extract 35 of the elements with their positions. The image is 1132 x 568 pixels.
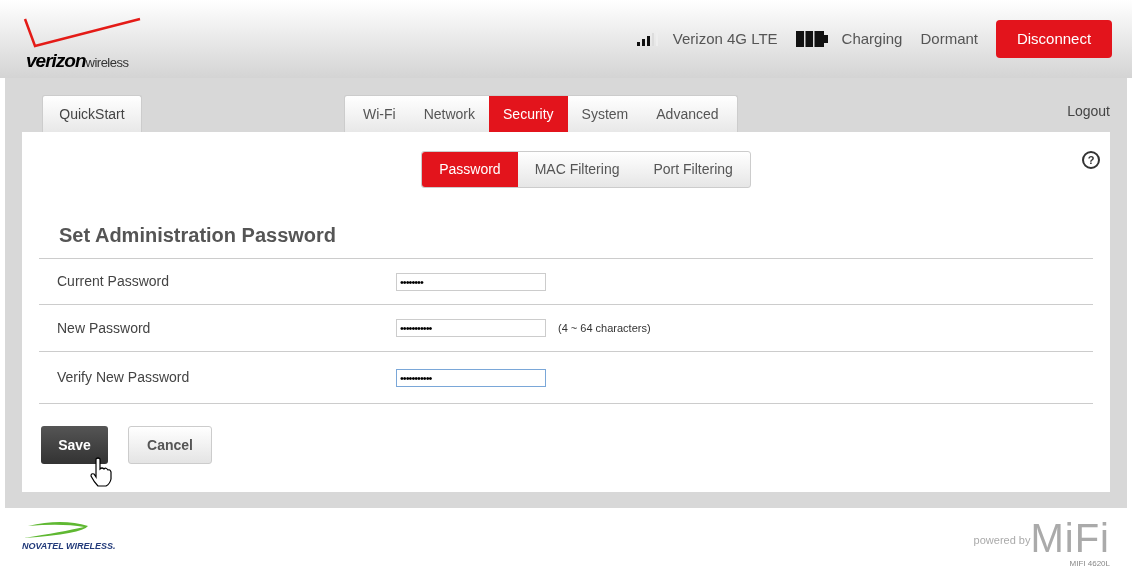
- save-button[interactable]: Save: [41, 426, 108, 464]
- nav-tab[interactable]: Advanced: [642, 96, 733, 132]
- product-logo: MiFi: [1030, 518, 1110, 558]
- logo-wordmark: verizon: [26, 49, 86, 73]
- field-label: Verify New Password: [57, 368, 191, 387]
- section-title: Set Administration Password: [59, 223, 338, 248]
- carrier-label: Verizon 4G LTE: [672, 28, 778, 49]
- logout-link[interactable]: Logout: [1067, 101, 1110, 122]
- nav-tab[interactable]: Network: [409, 96, 489, 132]
- swoosh-icon: [23, 17, 141, 49]
- password-field[interactable]: •••••••••••: [396, 319, 546, 337]
- powered-by-label: powered by: [973, 533, 1031, 546]
- field-label: Current Password: [57, 272, 171, 291]
- maker-logo-text: NOVATEL WIRELESS.: [22, 540, 117, 553]
- field-label: New Password: [57, 318, 152, 338]
- help-button[interactable]: ?: [1082, 151, 1100, 169]
- sub-tab[interactable]: Port Filtering: [636, 152, 750, 187]
- signal-icon: [636, 32, 659, 46]
- password-field[interactable]: •••••••••••: [396, 368, 546, 387]
- battery-icon: [795, 31, 828, 47]
- disconnect-button[interactable]: Disconnect: [996, 20, 1112, 58]
- connection-status: Dormant: [920, 28, 978, 49]
- logo-suffix: wireless: [85, 55, 129, 72]
- cancel-button[interactable]: Cancel: [128, 426, 212, 464]
- password-field[interactable]: ••••••••: [396, 272, 546, 291]
- sub-tab[interactable]: MAC Filtering: [517, 152, 637, 187]
- nav-tab[interactable]: System: [567, 96, 643, 132]
- model-label: MIFI 4620L: [1069, 558, 1110, 568]
- field-hint: (4 ~ 64 characters): [558, 320, 651, 336]
- hand-cursor-icon: [90, 457, 112, 487]
- quickstart-tab[interactable]: QuickStart: [42, 95, 142, 132]
- nav-tab[interactable]: Security: [489, 96, 568, 132]
- nav-tab[interactable]: Wi-Fi: [349, 96, 410, 132]
- sub-tab[interactable]: Password: [422, 152, 518, 187]
- battery-status: Charging: [841, 28, 903, 49]
